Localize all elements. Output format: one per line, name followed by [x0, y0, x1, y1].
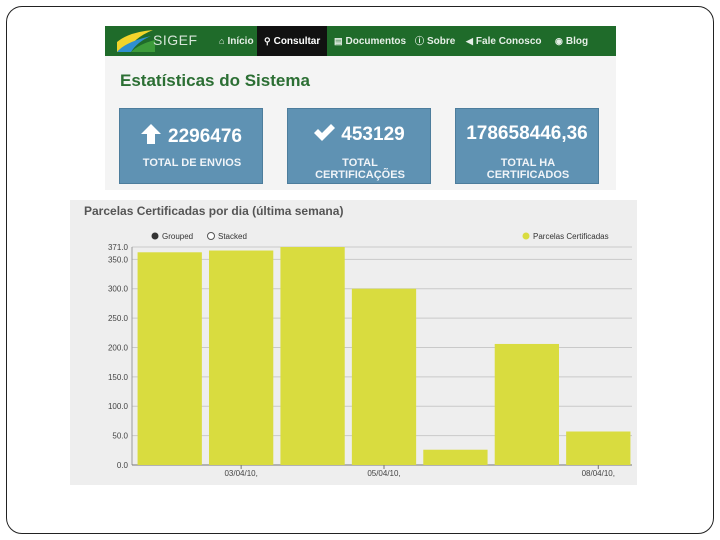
- y-tick-label: 250.0: [108, 314, 129, 323]
- y-tick-label: 350.0: [108, 255, 129, 264]
- stat-value-row: 2296476: [120, 123, 262, 148]
- bar-02/04/10[interactable]: [137, 252, 202, 465]
- stat-value: 453129: [341, 124, 405, 145]
- y-tick-label: 371.0: [108, 243, 129, 252]
- bar-chart: Grouped Stacked Parcelas Certificadas 0.…: [108, 232, 632, 478]
- nav-item-label: Sobre: [427, 36, 456, 47]
- stat-label: TOTAL CERTIFICAÇÕES: [315, 157, 405, 181]
- x-tick-label: 08/04/10,: [582, 469, 615, 478]
- navbar: SIGEF ⌂ Início ⚲ Consultar ▤ Documentos ⓘ So…: [105, 26, 616, 56]
- stat-box-hectares: 178658446,36 TOTAL HA CERTIFICADOS: [455, 108, 599, 184]
- legend-series-label: Parcelas Certificadas: [533, 232, 609, 241]
- legend-option-stacked[interactable]: Stacked: [218, 232, 247, 241]
- stat-box-certificacoes: 453129 TOTAL CERTIFICAÇÕES: [287, 108, 431, 184]
- stat-box-envios: 2296476 TOTAL DE ENVIOS: [119, 108, 263, 184]
- stat-value-row: 453129: [288, 123, 430, 146]
- bar-07/04/10[interactable]: [494, 343, 559, 465]
- legend-series-marker: [522, 232, 530, 240]
- nav-item-fale-conosco[interactable]: ◀ Fale Conosco: [466, 26, 542, 56]
- home-icon: ⌂: [219, 36, 225, 46]
- legend-radio-grouped[interactable]: [151, 232, 159, 240]
- legend-option-grouped[interactable]: Grouped: [162, 232, 193, 241]
- y-tick-label: 150.0: [108, 373, 129, 382]
- stat-label: TOTAL DE ENVIOS: [142, 157, 242, 169]
- nav-item-label: Consultar: [273, 36, 321, 47]
- sigef-logo[interactable]: [115, 28, 157, 54]
- megaphone-icon: ◀: [466, 36, 473, 46]
- bar-03/04/10[interactable]: [209, 250, 274, 465]
- page-title: Estatísticas do Sistema: [120, 71, 310, 90]
- bar-04/04/10[interactable]: [280, 247, 345, 465]
- y-tick-label: 100.0: [108, 402, 129, 411]
- nav-item-label: Blog: [565, 36, 589, 47]
- y-tick-label: 0.0: [117, 461, 129, 470]
- x-tick-label: 03/04/10,: [224, 469, 257, 478]
- search-icon: ⚲: [264, 36, 271, 46]
- nav-item-consultar[interactable]: ⚲ Consultar: [257, 26, 328, 56]
- nav-item-label: Fale Conosco: [475, 36, 542, 47]
- arrow-up-icon: [141, 124, 162, 144]
- legend-radio-stacked[interactable]: [207, 232, 215, 240]
- stat-value-row: 178658446,36: [456, 123, 598, 145]
- nav-item-documentos[interactable]: ▤ Documentos: [334, 26, 406, 56]
- brand-name: SIGEF: [153, 32, 198, 48]
- nav-item-inicio[interactable]: ⌂ Início: [219, 26, 254, 56]
- info-icon: ⓘ: [415, 36, 425, 46]
- chart-panel: Parcelas Certificadas por dia (última se…: [70, 200, 637, 485]
- nav-item-sobre[interactable]: ⓘ Sobre: [415, 26, 455, 56]
- nav-item-blog[interactable]: ◉ Blog: [555, 26, 588, 56]
- document-icon: ▤: [334, 36, 343, 46]
- x-tick-label: 05/04/10,: [367, 469, 400, 478]
- stat-value: 178658446,36: [466, 123, 588, 144]
- bar-08/04/10[interactable]: [566, 431, 631, 465]
- bar-06/04/10[interactable]: [423, 449, 488, 465]
- bar-05/04/10[interactable]: [351, 288, 417, 465]
- y-tick-label: 50.0: [112, 432, 128, 441]
- check-icon: [314, 124, 336, 141]
- nav-item-label: Início: [227, 36, 254, 47]
- nav-item-label: Documentos: [345, 36, 407, 47]
- rss-icon: ◉: [555, 36, 563, 46]
- stat-label: TOTAL HA CERTIFICADOS: [486, 157, 570, 181]
- stat-value: 2296476: [168, 126, 242, 147]
- y-tick-label: 200.0: [108, 343, 129, 352]
- y-tick-label: 300.0: [108, 285, 129, 294]
- statistics-panel: SIGEF ⌂ Início ⚲ Consultar ▤ Documentos ⓘ So…: [105, 26, 616, 190]
